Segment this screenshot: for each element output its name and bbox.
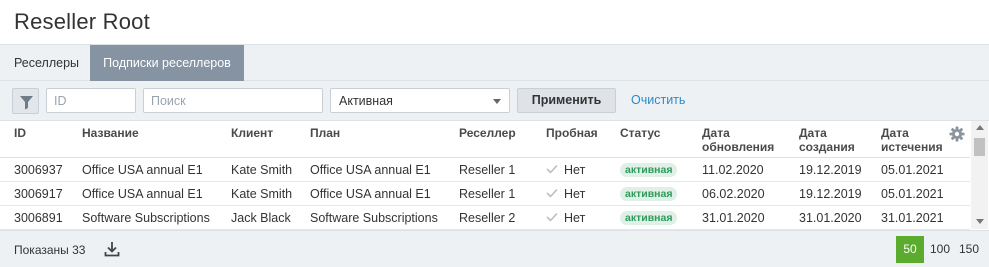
cell-created: 19.12.2019: [799, 163, 862, 177]
column-header-created-line2: создания: [799, 140, 855, 154]
page-size-100[interactable]: 100: [927, 236, 953, 263]
column-header-created[interactable]: Дата создания: [799, 126, 855, 154]
cell-trial: Нет: [564, 163, 586, 177]
apply-button[interactable]: Применить: [517, 88, 616, 113]
column-header-client[interactable]: Клиент: [231, 126, 273, 140]
cell-expires: 05.01.2021: [881, 163, 944, 177]
status-badge: активная: [620, 163, 678, 177]
cell-id[interactable]: 3006891: [14, 211, 63, 225]
cell-trial: Нет: [564, 211, 586, 225]
cell-client: Kate Smith: [231, 187, 293, 201]
column-header-name[interactable]: Название: [82, 126, 139, 140]
chevron-down-icon: [493, 99, 501, 104]
status-filter-value: Активная: [339, 94, 393, 108]
column-header-expires-line2: истечения: [881, 140, 943, 154]
shown-count: Показаны 33: [14, 243, 86, 257]
cell-reseller: Reseller 2: [459, 211, 516, 225]
cell-reseller: Reseller 1: [459, 163, 516, 177]
status-filter-select[interactable]: Активная: [330, 88, 510, 113]
cell-created: 19.12.2019: [799, 187, 862, 201]
check-icon: [546, 212, 558, 222]
clear-link[interactable]: Очистить: [631, 93, 685, 107]
column-header-created-line1: Дата: [799, 126, 827, 140]
cell-updated: 06.02.2020: [702, 187, 765, 201]
table-footer: Показаны 33 50 100 150: [0, 230, 989, 267]
column-header-status[interactable]: Статус: [620, 126, 660, 140]
table-row[interactable]: 3006937 Office USA annual E1 Kate Smith …: [0, 158, 970, 182]
cell-expires: 31.01.2021: [881, 211, 944, 225]
scrollbar-thumb[interactable]: [974, 138, 985, 156]
table-header: ID Название Клиент План Реселлер Пробная…: [0, 121, 970, 158]
search-input[interactable]: [143, 88, 323, 113]
tabs-bar: Реселлеры Подписки реселлеров: [0, 44, 989, 81]
filter-toggle-button[interactable]: [12, 88, 39, 114]
column-header-id[interactable]: ID: [14, 126, 26, 140]
column-header-expires[interactable]: Дата истечения: [881, 126, 943, 154]
status-badge: активная: [620, 187, 678, 201]
id-filter-input[interactable]: [46, 88, 136, 113]
cell-expires: 05.01.2021: [881, 187, 944, 201]
column-header-updated[interactable]: Дата обновления: [702, 126, 774, 154]
download-icon[interactable]: [104, 241, 120, 257]
cell-updated: 31.01.2020: [702, 211, 765, 225]
gear-icon[interactable]: [949, 126, 965, 142]
table-row[interactable]: 3006891 Software Subscriptions Jack Blac…: [0, 206, 970, 230]
column-header-updated-line2: обновления: [702, 140, 775, 154]
cell-client: Kate Smith: [231, 163, 293, 177]
tab-resellers[interactable]: Реселлеры: [14, 45, 79, 81]
cell-reseller: Reseller 1: [459, 187, 516, 201]
funnel-icon: [20, 96, 33, 110]
cell-plan: Office USA annual E1: [310, 187, 431, 201]
cell-name[interactable]: Software Subscriptions: [82, 211, 210, 225]
table-row[interactable]: 3006917 Office USA annual E1 Kate Smith …: [0, 182, 970, 206]
scroll-up-arrow-icon[interactable]: [976, 125, 984, 130]
column-header-trial[interactable]: Пробная: [546, 126, 598, 140]
status-badge: активная: [620, 211, 678, 225]
tab-reseller-subscriptions[interactable]: Подписки реселлеров: [90, 45, 244, 81]
column-header-expires-line1: Дата: [881, 126, 909, 140]
column-header-plan[interactable]: План: [310, 126, 340, 140]
cell-id[interactable]: 3006937: [14, 163, 63, 177]
page-size-50[interactable]: 50: [896, 236, 924, 263]
cell-created: 31.01.2020: [799, 211, 862, 225]
cell-id[interactable]: 3006917: [14, 187, 63, 201]
column-header-updated-line1: Дата: [702, 126, 730, 140]
table-scrollbar[interactable]: [971, 121, 988, 229]
check-icon: [546, 164, 558, 174]
column-header-reseller[interactable]: Реселлер: [459, 126, 516, 140]
cell-updated: 11.02.2020: [702, 163, 764, 177]
cell-name[interactable]: Office USA annual E1: [82, 187, 203, 201]
page-title: Reseller Root: [14, 9, 150, 34]
cell-plan: Software Subscriptions: [310, 211, 438, 225]
scroll-down-arrow-icon[interactable]: [976, 219, 984, 224]
check-icon: [546, 188, 558, 198]
cell-client: Jack Black: [231, 211, 291, 225]
cell-plan: Office USA annual E1: [310, 163, 431, 177]
cell-name[interactable]: Office USA annual E1: [82, 163, 203, 177]
cell-trial: Нет: [564, 187, 586, 201]
filter-bar: Активная Применить Очистить: [0, 81, 989, 121]
page-size-150[interactable]: 150: [956, 236, 982, 263]
